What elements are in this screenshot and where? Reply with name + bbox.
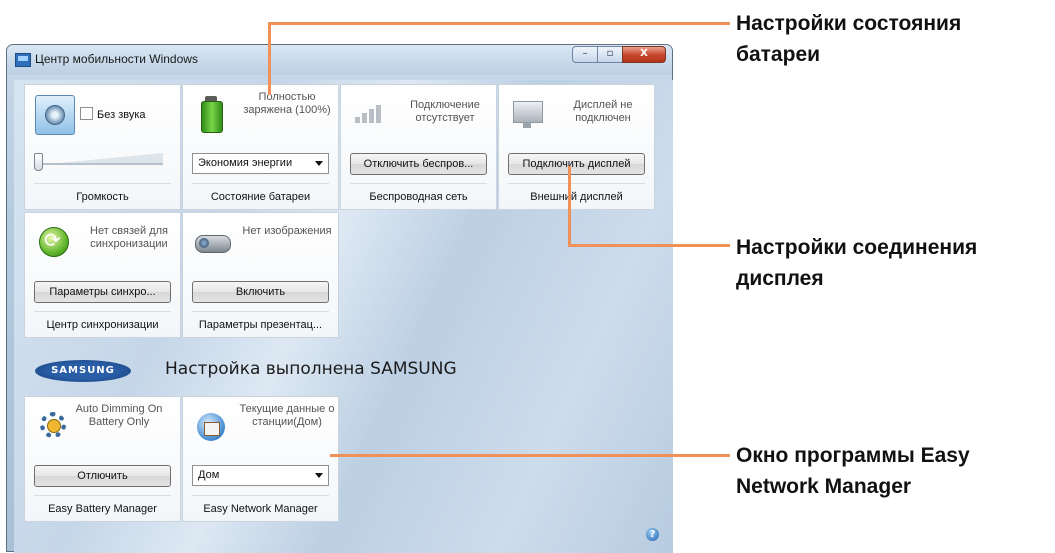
location-value: Дом — [198, 469, 220, 481]
maximize-button[interactable]: ▫ — [597, 46, 623, 63]
divider — [350, 183, 487, 184]
divider — [34, 311, 171, 312]
presentation-status: Нет изображения — [242, 225, 332, 237]
wireless-toggle-button[interactable]: Отключить беспров... — [350, 153, 487, 175]
tile-wireless: Подключение отсутствует Отключить беспро… — [340, 84, 497, 210]
tile-presentation: Нет изображения Включить Параметры презе… — [182, 212, 339, 338]
power-plan-value: Экономия энергии — [198, 157, 293, 169]
divider — [192, 311, 329, 312]
divider — [508, 183, 645, 184]
callout-display-settings: Настройки соединения дисплея — [736, 236, 978, 290]
tile-display-caption[interactable]: Внешний дисплей — [499, 191, 654, 203]
callout-battery-settings: Настройки состояния батареи — [736, 12, 962, 66]
tile-presentation-caption[interactable]: Параметры презентац... — [183, 319, 338, 331]
mute-checkbox[interactable]: Без звука — [80, 107, 146, 121]
chevron-down-icon — [315, 473, 323, 478]
tile-easy-battery-caption[interactable]: Easy Battery Manager — [25, 503, 180, 515]
divider — [192, 183, 329, 184]
speaker-icon[interactable] — [35, 95, 75, 135]
tile-sync: Нет связей для синхронизации Параметры с… — [24, 212, 181, 338]
power-plan-select[interactable]: Экономия энергии — [192, 153, 329, 174]
callout-line-display-h — [568, 244, 730, 247]
location-select[interactable]: Дом — [192, 465, 329, 486]
tile-easy-network-caption[interactable]: Easy Network Manager — [183, 503, 338, 515]
samsung-caption: Настройка выполнена SAMSUNG — [165, 359, 457, 379]
easy-battery-status: Auto Dimming On Battery Only — [75, 403, 163, 428]
sync-icon — [35, 223, 73, 261]
window-title: Центр мобильности Windows — [35, 52, 198, 66]
minimize-button[interactable]: – — [572, 46, 598, 63]
signal-bars-icon — [351, 95, 389, 133]
volume-slider-thumb[interactable] — [34, 153, 43, 171]
display-status: Дисплей не подключен — [573, 99, 633, 124]
connect-display-button[interactable]: Подключить дисплей — [508, 153, 645, 175]
tile-battery: Полностью заряжена (100%) Экономия энерг… — [182, 84, 339, 210]
enable-presentation-button[interactable]: Включить — [192, 281, 329, 303]
disable-dimming-button[interactable]: Отлючить — [34, 465, 171, 487]
projector-icon — [193, 223, 231, 261]
sync-settings-button[interactable]: Параметры синхро... — [34, 281, 171, 303]
callout-line-network — [330, 454, 730, 457]
battery-status: Полностью заряжена (100%) — [243, 91, 331, 116]
chevron-down-icon — [315, 161, 323, 166]
tile-wireless-caption[interactable]: Беспроводная сеть — [341, 191, 496, 203]
tile-volume-caption[interactable]: Громкость — [25, 191, 180, 203]
divider — [34, 183, 171, 184]
easy-network-status: Текущие данные о станции(Дом) — [239, 403, 335, 428]
title-bar[interactable]: Центр мобильности Windows – ▫ X — [7, 45, 672, 75]
tile-sync-caption[interactable]: Центр синхронизации — [25, 319, 180, 331]
battery-icon — [193, 95, 231, 133]
monitor-icon — [509, 95, 547, 133]
callout-line-battery-h — [268, 22, 730, 25]
tile-easy-network: Текущие данные о станции(Дом) Дом Easy N… — [182, 396, 339, 522]
window-controls: – ▫ X — [572, 46, 666, 63]
app-icon — [15, 53, 31, 67]
tile-display: Дисплей не подключен Подключить дисплей … — [498, 84, 655, 210]
auto-dimming-icon — [35, 407, 73, 445]
close-button[interactable]: X — [622, 46, 666, 63]
callout-line-display — [568, 166, 571, 246]
wireless-status: Подключение отсутствует — [410, 99, 480, 124]
callout-network-window: Окно программы Easy Network Manager — [736, 444, 970, 498]
samsung-logo: SAMSUNG — [35, 360, 131, 382]
mute-label: Без звука — [97, 109, 146, 121]
tile-easy-battery: Auto Dimming On Battery Only Отлючить Ea… — [24, 396, 181, 522]
sync-status: Нет связей для синхронизации — [90, 225, 168, 250]
tile-battery-caption[interactable]: Состояние батареи — [183, 191, 338, 203]
divider — [34, 495, 171, 496]
home-network-icon — [193, 407, 231, 445]
tile-volume: Без звука Громкость — [24, 84, 181, 210]
help-icon[interactable]: ? — [646, 528, 659, 541]
checkbox-icon[interactable] — [80, 107, 93, 120]
volume-slider[interactable] — [39, 163, 163, 165]
callout-line-battery — [268, 23, 271, 95]
divider — [192, 495, 329, 496]
